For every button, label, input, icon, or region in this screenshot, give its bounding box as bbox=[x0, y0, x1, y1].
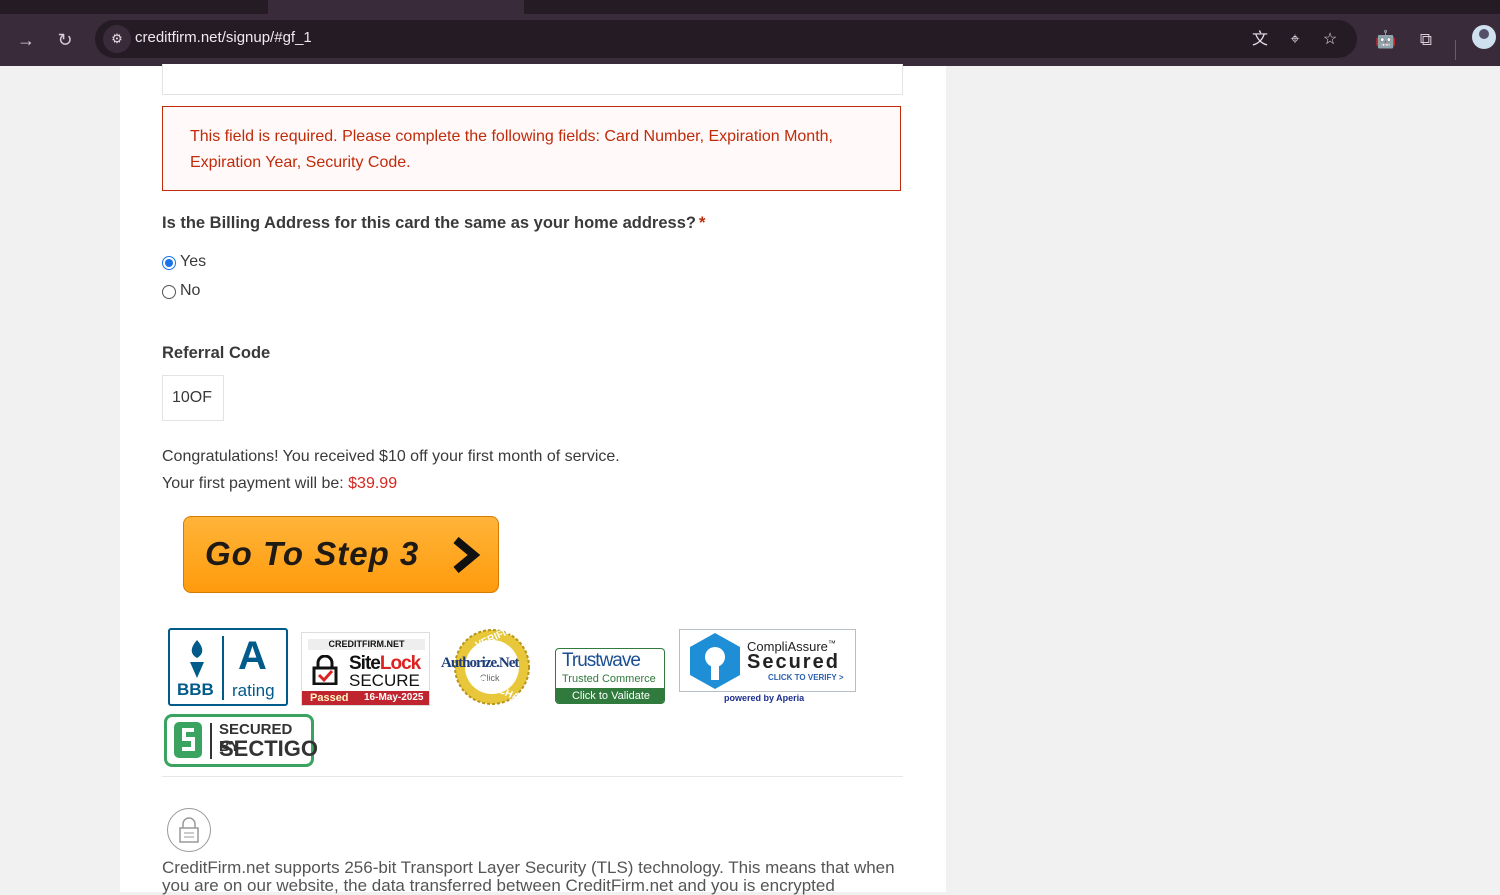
bbb-grade: A bbox=[238, 634, 267, 678]
bookmark-star-icon[interactable]: ☆ bbox=[1319, 29, 1341, 51]
compliassure-secured-badge[interactable]: CompliAssure™ Secured CLICK TO VERIFY > bbox=[679, 629, 856, 692]
active-tab[interactable] bbox=[268, 0, 524, 14]
browser-toolbar: → ↻ ⚙ creditfirm.net/signup/#gf_1 文 ⌖ ☆ … bbox=[0, 14, 1500, 66]
referral-code-input[interactable]: 10OF bbox=[162, 375, 224, 421]
compliassure-hex-icon bbox=[690, 633, 740, 689]
trustwave-trusted: Trusted Commerce bbox=[562, 673, 656, 685]
forward-icon[interactable]: → bbox=[12, 26, 40, 54]
powered-by-aperia: powered by Aperia bbox=[724, 693, 805, 703]
chevron-right-icon bbox=[453, 537, 481, 573]
error-message: This field is required. Please complete … bbox=[190, 128, 833, 171]
trustwave-trusted-commerce-badge[interactable]: Trustwave Trusted Commerce Click to Vali… bbox=[555, 648, 665, 704]
bbb-rating-badge[interactable]: BBB A rating bbox=[168, 628, 288, 706]
compliassure-verify[interactable]: CLICK TO VERIFY > bbox=[768, 673, 844, 682]
bbb-torch-icon bbox=[190, 640, 204, 678]
sitelock-status-bar: Passed 16-May-2025 bbox=[302, 691, 429, 705]
bbb-rating-text: rating bbox=[232, 681, 275, 700]
address-bar[interactable]: ⚙ creditfirm.net/signup/#gf_1 文 ⌖ ☆ bbox=[95, 20, 1357, 58]
extensions-puzzle-icon[interactable]: ⧉ bbox=[1414, 28, 1438, 52]
payment-amount: $39.99 bbox=[348, 475, 398, 492]
compliassure-tm: ™ bbox=[827, 639, 836, 648]
sitelock-secure-badge[interactable]: CREDITFIRM.NET SiteLock SECURE Passed 16… bbox=[301, 632, 430, 706]
billing-question-text: Is the Billing Address for this card the… bbox=[162, 214, 696, 232]
validation-error-box: This field is required. Please complete … bbox=[162, 106, 901, 191]
radio-no[interactable] bbox=[162, 285, 176, 299]
padlock-icon bbox=[312, 655, 338, 685]
sectigo-divider bbox=[210, 723, 212, 759]
sitelock-date: 16-May-2025 bbox=[364, 692, 424, 703]
location-icon[interactable]: ⌖ bbox=[1284, 29, 1306, 51]
sectigo-s-icon bbox=[174, 722, 202, 758]
tls-security-text: CreditFirm.net supports 256-bit Transpor… bbox=[162, 858, 895, 895]
toolbar-divider bbox=[1455, 40, 1456, 60]
required-asterisk: * bbox=[698, 214, 706, 232]
url-text[interactable]: creditfirm.net/signup/#gf_1 bbox=[135, 29, 312, 46]
signup-form-container: This field is required. Please complete … bbox=[120, 64, 946, 895]
step-button-label[interactable]: Go To Step 3 bbox=[205, 535, 419, 573]
extension-robot-icon[interactable]: 🤖 bbox=[1374, 28, 1398, 52]
sitelock-domain: CREDITFIRM.NET bbox=[308, 639, 425, 650]
congrats-line: Congratulations! You received $10 off yo… bbox=[162, 448, 620, 465]
bbb-divider bbox=[222, 636, 224, 700]
radio-no-label[interactable]: No bbox=[180, 282, 200, 300]
reload-icon[interactable]: ↻ bbox=[51, 26, 79, 54]
site-info-icon[interactable]: ⚙ bbox=[103, 25, 131, 53]
encryption-lock-icon bbox=[167, 808, 211, 852]
trustwave-validate[interactable]: Click to Validate bbox=[556, 688, 664, 703]
authorize-name: Authorize.Net bbox=[441, 655, 519, 671]
payment-prefix: Your first payment will be: bbox=[162, 475, 349, 492]
compliassure-secured: Secured bbox=[747, 651, 840, 673]
sitelock-passed: Passed bbox=[310, 692, 349, 704]
discount-message: Congratulations! You received $10 off yo… bbox=[162, 443, 620, 497]
tab-strip bbox=[0, 0, 1500, 14]
previous-field-bottom[interactable] bbox=[162, 64, 903, 95]
profile-avatar[interactable] bbox=[1472, 25, 1496, 49]
billing-address-question: Is the Billing Address for this card the… bbox=[162, 214, 705, 233]
radio-yes[interactable] bbox=[162, 256, 176, 270]
section-divider bbox=[162, 776, 903, 777]
payment-line: Your first payment will be: $39.99 bbox=[162, 470, 620, 497]
sectigo-name: SECTIGO bbox=[219, 736, 319, 761]
referral-code-label: Referral Code bbox=[162, 344, 271, 362]
sitelock-secure-text: SECURE bbox=[349, 671, 420, 690]
radio-yes-label[interactable]: Yes bbox=[180, 253, 206, 271]
go-to-step-3-button[interactable]: Go To Step 3 bbox=[183, 516, 499, 593]
authorize-net-verified-merchant-badge[interactable]: VERIFIED Authorize.Net Click MERCHANT bbox=[441, 622, 540, 710]
translate-icon[interactable]: 文 bbox=[1249, 29, 1271, 51]
trustwave-name: Trustwave bbox=[562, 650, 641, 671]
sectigo-secured-badge[interactable]: SECURED BY SECTIGO bbox=[164, 714, 318, 767]
bbb-text: BBB bbox=[177, 680, 214, 699]
